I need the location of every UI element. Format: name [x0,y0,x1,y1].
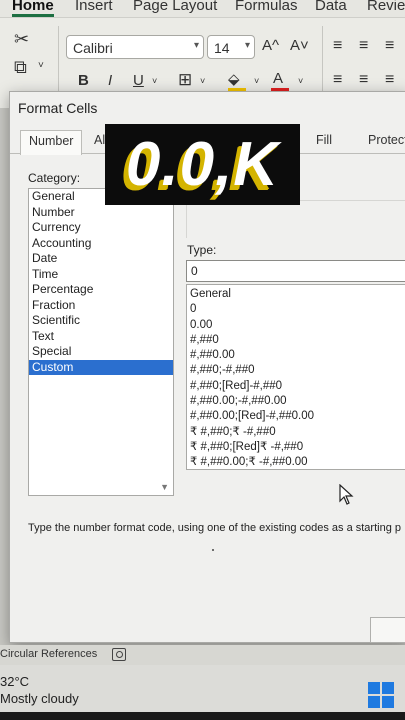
cut-icon[interactable]: ✂ [14,30,29,48]
windows-start-icon[interactable] [368,682,394,708]
tab-data[interactable]: Data [315,0,347,14]
focus-dot [212,549,214,551]
font-name-select[interactable]: Calibri ▾ [66,35,204,59]
hint-text: Type the number format code, using one o… [28,522,401,534]
category-item[interactable]: Scientific [29,313,173,329]
category-item-selected[interactable]: Custom [29,359,173,375]
weather-temperature[interactable]: 32°C [0,674,29,689]
borders-icon[interactable]: ⊞ [178,70,192,90]
format-code-item[interactable]: #,##0.00;[Red]-#,##0.00 [187,409,405,424]
format-code-list[interactable]: General 0 0.00 #,##0 #,##0.00 #,##0;-#,#… [186,284,405,470]
weather-description[interactable]: Mostly cloudy [0,691,79,706]
scroll-down-icon[interactable]: ▼ [160,482,169,492]
align-middle-icon[interactable]: ≡ [359,38,368,54]
caption-overlay: 0.0,K [105,124,300,205]
mouse-cursor-icon [339,484,354,505]
category-list[interactable]: General Number Currency Accounting Date … [28,188,174,496]
ribbon-divider [322,26,323,100]
dialog-button[interactable] [370,617,405,643]
format-code-item[interactable]: ₹ #,##0;[Red]₹ -#,##0 [187,440,405,455]
category-item[interactable]: Special [29,344,173,360]
tab-home[interactable]: Home [12,0,54,17]
category-item[interactable]: Fraction [29,298,173,314]
format-code-item[interactable]: #,##0.00 [187,348,405,363]
category-item[interactable]: Percentage [29,282,173,298]
type-label: Type: [187,243,217,257]
chevron-down-icon[interactable]: ˅ [152,76,157,86]
chevron-down-icon: ▾ [244,40,250,51]
grow-font-button[interactable]: A^ [262,37,279,54]
italic-button[interactable]: I [108,72,112,89]
tab-page-layout[interactable]: Page Layout [133,0,217,14]
chevron-down-icon[interactable]: ˅ [200,76,205,86]
circular-references-status[interactable]: Circular References [0,648,97,660]
font-size-value: 14 [214,40,230,56]
status-bar: Circular References [0,645,405,665]
sample-area [186,200,405,238]
accessibility-icon[interactable] [112,648,126,661]
category-item[interactable]: Number [29,205,173,221]
caption-text: 0.0,K [125,130,280,199]
dialog-title: Format Cells [18,100,98,116]
chevron-down-icon[interactable]: ˅ [38,61,44,71]
format-code-item[interactable]: 0 [187,302,405,317]
format-code-item[interactable]: #,##0;-#,##0 [187,363,405,378]
tab-review[interactable]: Review [367,0,405,14]
format-code-item[interactable]: ₹ #,##0.00;₹ -#,##0.00 [187,455,405,469]
category-label: Category: [28,171,81,185]
format-code-item[interactable]: #,##0 [187,333,405,348]
format-code-item[interactable]: #,##0.00;-#,##0.00 [187,394,405,409]
tab-number[interactable]: Number [20,130,83,155]
format-code-item[interactable]: 0.00 [187,318,405,333]
tab-formulas[interactable]: Formulas [235,0,298,14]
format-code-item[interactable]: ₹ #,##0;₹ -#,##0 [187,425,405,440]
font-size-select[interactable]: 14 ▾ [207,35,255,59]
bottom-edge [0,712,405,720]
align-center-icon[interactable]: ≡ [359,72,368,88]
shrink-font-button[interactable]: A˅ [290,37,309,54]
bold-button[interactable]: B [78,72,89,89]
category-item[interactable]: Currency [29,220,173,236]
category-item[interactable]: Date [29,251,173,267]
type-input[interactable] [186,260,405,282]
format-code-item[interactable]: General [187,287,405,302]
category-item[interactable]: Time [29,267,173,283]
category-item[interactable]: Text [29,329,173,345]
tab-fill[interactable]: Fill [308,130,340,150]
underline-button[interactable]: U [133,72,144,89]
chevron-down-icon[interactable]: ˅ [298,76,303,86]
chevron-down-icon[interactable]: ˅ [254,76,259,86]
font-color-button[interactable]: A [273,70,283,87]
ribbon-tabbar: Home Insert Page Layout Formulas Data Re… [0,0,405,18]
chevron-down-icon: ▾ [193,40,199,51]
align-right-icon[interactable]: ≡ [385,72,394,88]
align-bottom-icon[interactable]: ≡ [385,38,394,54]
align-left-icon[interactable]: ≡ [333,72,342,88]
format-code-item[interactable]: #,##0;[Red]-#,##0 [187,379,405,394]
tab-protection[interactable]: Protecti [360,130,405,150]
font-name-value: Calibri [73,40,113,56]
align-top-icon[interactable]: ≡ [333,38,342,54]
category-item[interactable]: Accounting [29,236,173,252]
fill-color-icon[interactable]: ⬙ [228,70,240,88]
copy-icon[interactable]: ⧉ [14,58,27,76]
ribbon-divider [58,26,59,100]
tab-insert[interactable]: Insert [75,0,113,14]
